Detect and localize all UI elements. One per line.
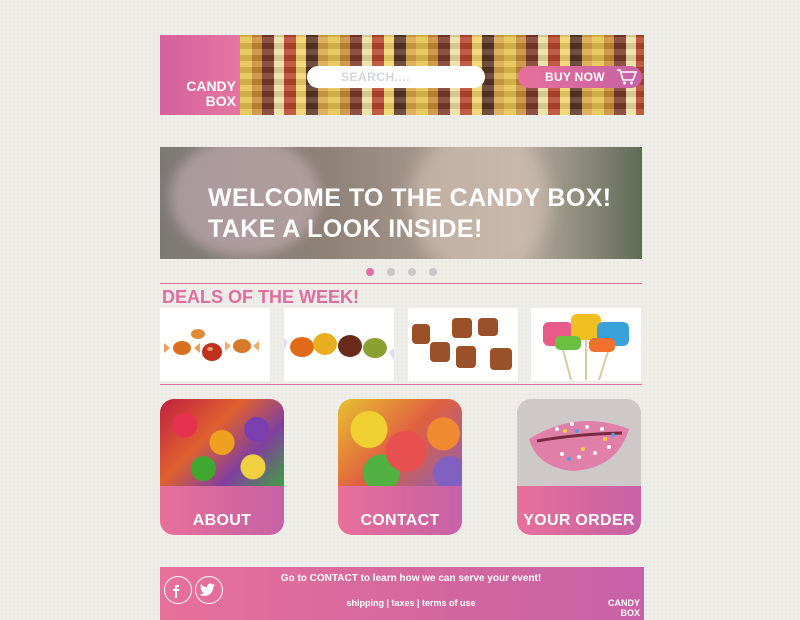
footer-logo: CANDY BOX bbox=[608, 598, 640, 618]
hero-title: WELCOME TO THE CANDY BOX! bbox=[208, 184, 612, 212]
sprinkle-lips-image bbox=[517, 399, 641, 486]
carousel-dot-3[interactable] bbox=[408, 268, 416, 276]
gummy-bears-image bbox=[160, 399, 284, 486]
buy-now-button[interactable]: BUY NOW bbox=[518, 66, 642, 88]
deals-title: DEALS OF THE WEEK! bbox=[162, 287, 359, 307]
carousel-dot-2[interactable] bbox=[387, 268, 395, 276]
footer-message: Go to CONTACT to learn how we can serve … bbox=[280, 573, 542, 584]
shopping-cart-icon bbox=[617, 69, 638, 85]
site-footer: Go to CONTACT to learn how we can serve … bbox=[160, 567, 644, 620]
hero-banner[interactable]: WELCOME TO THE CANDY BOX! TAKE A LOOK IN… bbox=[160, 147, 642, 259]
divider-top bbox=[160, 283, 642, 284]
search-input[interactable]: SEARCH.... bbox=[307, 66, 485, 88]
deal-hard-candies[interactable] bbox=[284, 308, 394, 381]
footer-links[interactable]: shipping | taxes | terms of use bbox=[160, 598, 644, 608]
your-order-card[interactable]: YOUR ORDER bbox=[517, 399, 641, 535]
contact-label: CONTACT bbox=[360, 512, 440, 529]
divider-bottom bbox=[160, 384, 642, 385]
about-label: ABOUT bbox=[192, 512, 252, 529]
carousel-dots bbox=[366, 268, 437, 276]
hero-subtitle: TAKE A LOOK INSIDE! bbox=[208, 215, 483, 243]
carousel-dot-4[interactable] bbox=[429, 268, 437, 276]
deal-toffee-candies[interactable] bbox=[160, 308, 270, 381]
search-placeholder: SEARCH.... bbox=[341, 70, 411, 84]
carousel-dot-1[interactable] bbox=[366, 268, 374, 276]
chocolate-bonbons-image bbox=[412, 318, 512, 370]
toffee-candies-image bbox=[164, 329, 259, 361]
about-card[interactable]: ABOUT bbox=[160, 399, 284, 535]
logo-line2: BOX bbox=[205, 93, 236, 109]
logo-line1: CANDY bbox=[186, 78, 236, 94]
your-order-label: YOUR ORDER bbox=[523, 512, 635, 529]
hard-candies-image bbox=[284, 333, 394, 360]
buy-now-label: BUY NOW bbox=[545, 70, 605, 84]
footer-logo-line2: BOX bbox=[620, 608, 640, 618]
lollipops-image bbox=[543, 314, 629, 381]
logo[interactable]: CANDY BOX bbox=[160, 35, 240, 115]
deal-chocolate-bonbons[interactable] bbox=[408, 308, 518, 381]
contact-card[interactable]: CONTACT bbox=[338, 399, 462, 535]
footer-logo-line1: CANDY bbox=[607, 598, 640, 608]
site-header: CANDY BOX SEARCH.... BUY NOW bbox=[160, 35, 644, 115]
jelly-candies-image bbox=[338, 399, 462, 486]
deal-lollipops[interactable] bbox=[531, 308, 641, 381]
